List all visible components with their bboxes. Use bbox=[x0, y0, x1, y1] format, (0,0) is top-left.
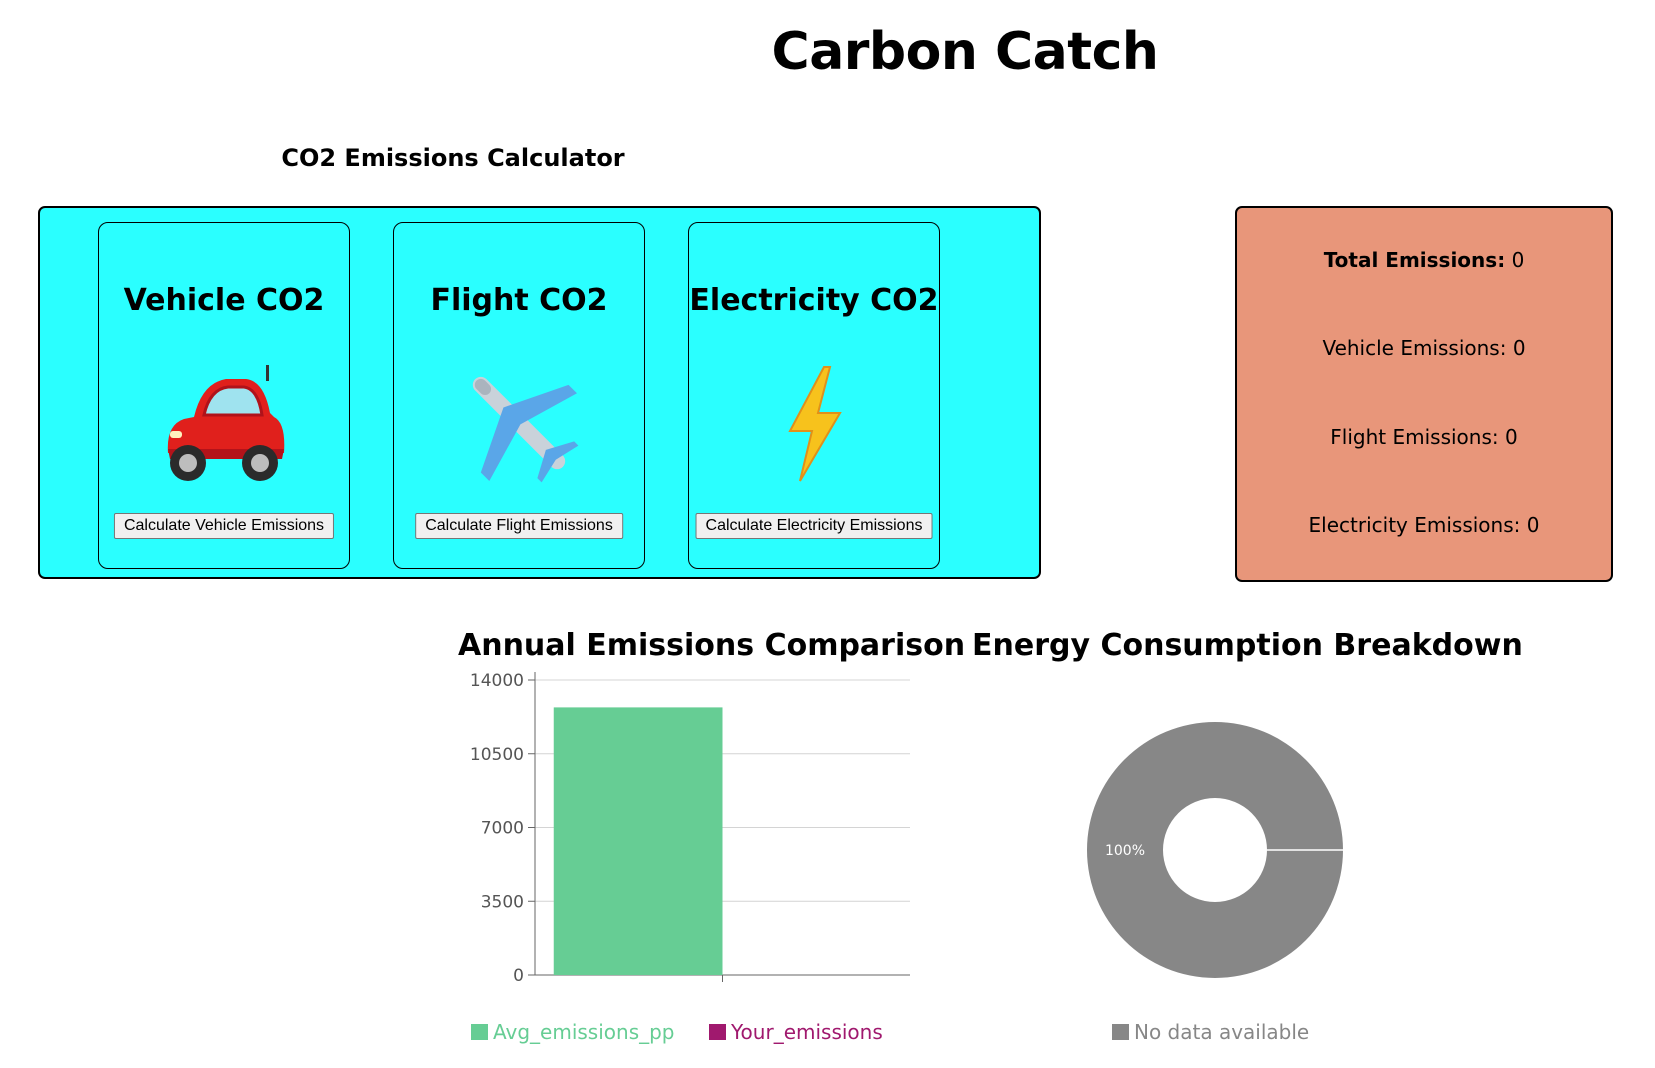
bar-chart: 0 3500 7000 10500 14000 bbox=[470, 671, 910, 986]
y-tick-label: 7000 bbox=[481, 819, 524, 839]
app-title: Carbon Catch bbox=[771, 22, 1159, 82]
pie-chart: 100% bbox=[1087, 722, 1343, 978]
car-icon bbox=[167, 365, 285, 481]
calculate-vehicle-button[interactable]: Calculate Vehicle Emissions bbox=[113, 513, 335, 539]
bar-chart-title: Annual Emissions Comparison bbox=[458, 628, 966, 663]
y-tick-label: 3500 bbox=[481, 892, 524, 912]
vehicle-card-title: Vehicle CO2 bbox=[123, 283, 325, 318]
legend-no-data: No data available bbox=[1112, 1020, 1309, 1044]
y-tick-label: 0 bbox=[513, 966, 524, 986]
legend-your-swatch bbox=[709, 1024, 726, 1040]
y-tick-label: 14000 bbox=[470, 671, 524, 691]
flight-emissions: Flight Emissions: 0 bbox=[1330, 425, 1518, 449]
legend-avg-label: Avg_emissions_pp bbox=[493, 1020, 675, 1044]
flight-card: Flight CO2 Calculate Flight Emissions bbox=[393, 222, 645, 569]
pie-slice-label: 100% bbox=[1105, 843, 1145, 859]
calculate-electricity-button[interactable]: Calculate Electricity Emissions bbox=[695, 513, 933, 539]
electricity-emissions: Electricity Emissions: 0 bbox=[1308, 513, 1540, 537]
flight-card-title: Flight CO2 bbox=[430, 283, 608, 318]
totals-panel: Total Emissions: 0 Vehicle Emissions: 0 … bbox=[1235, 206, 1613, 582]
electricity-card: Electricity CO2 Calculate Electricity Em… bbox=[688, 222, 940, 569]
calculator-panel: Vehicle CO2 Calculate Vehicle Emissions … bbox=[38, 206, 1041, 579]
lightning-icon bbox=[788, 366, 842, 482]
legend-avg-swatch bbox=[471, 1024, 488, 1040]
vehicle-emissions: Vehicle Emissions: 0 bbox=[1322, 336, 1526, 360]
airplane-icon bbox=[472, 376, 579, 483]
y-tick-label: 10500 bbox=[470, 745, 524, 765]
legend-no-data-swatch bbox=[1112, 1024, 1129, 1040]
calculator-title: CO2 Emissions Calculator bbox=[281, 144, 625, 172]
legend-your: Your_emissions bbox=[709, 1020, 883, 1044]
vehicle-card: Vehicle CO2 Calculate Vehicle Emissions bbox=[98, 222, 350, 569]
legend-no-data-label: No data available bbox=[1134, 1020, 1310, 1044]
total-emissions-value: 0 bbox=[1511, 248, 1525, 272]
calculate-flight-button[interactable]: Calculate Flight Emissions bbox=[415, 513, 623, 539]
total-emissions-label: Total Emissions: bbox=[1323, 248, 1506, 272]
bar bbox=[553, 707, 723, 975]
legend-your-label: Your_emissions bbox=[731, 1020, 883, 1044]
pie-chart-title: Energy Consumption Breakdown bbox=[972, 628, 1523, 663]
total-emissions: Total Emissions: 0 bbox=[1237, 248, 1611, 272]
legend-avg: Avg_emissions_pp bbox=[471, 1020, 675, 1044]
electricity-card-title: Electricity CO2 bbox=[689, 283, 939, 318]
